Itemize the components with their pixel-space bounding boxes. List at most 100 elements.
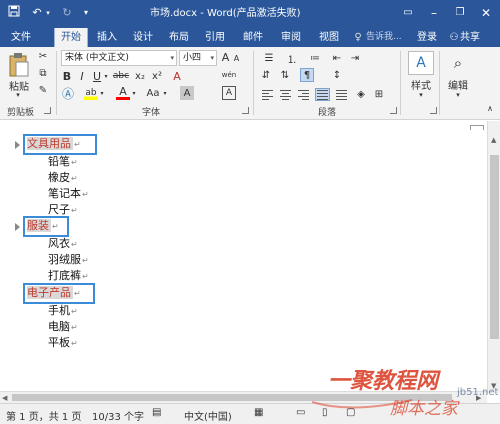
- tab-design[interactable]: 设计: [128, 28, 158, 47]
- tab-layout[interactable]: 布局: [164, 28, 194, 47]
- highlight-dropdown-icon[interactable]: ▾: [99, 88, 105, 98]
- borders-icon[interactable]: ⊞: [372, 87, 386, 101]
- styles-dropdown-icon[interactable]: ▾: [415, 91, 427, 99]
- phonetic-guide-button[interactable]: wén: [220, 68, 238, 82]
- print-layout-icon[interactable]: ▯: [322, 407, 328, 418]
- font-color-button[interactable]: A: [116, 85, 130, 100]
- styles-launcher-icon[interactable]: [430, 107, 437, 114]
- shading-icon[interactable]: ◈: [354, 87, 368, 101]
- customize-icon[interactable]: ▾: [80, 5, 92, 21]
- minimize-icon[interactable]: –: [420, 3, 448, 23]
- list-item[interactable]: 笔记本↵: [48, 187, 89, 202]
- scroll-down-icon[interactable]: ▼: [491, 381, 496, 391]
- scroll-up-icon[interactable]: ▲: [491, 135, 496, 145]
- tab-review[interactable]: 审阅: [276, 28, 306, 47]
- horizontal-scrollbar[interactable]: ◀ ▶: [0, 391, 487, 403]
- strikethrough-button[interactable]: abc: [112, 69, 130, 83]
- clipboard-launcher-icon[interactable]: [44, 107, 51, 114]
- maximize-icon[interactable]: ❐: [446, 3, 474, 23]
- clear-formatting-button[interactable]: A: [170, 69, 184, 83]
- character-border-button[interactable]: A: [222, 86, 236, 100]
- language-status[interactable]: 中文(中国): [184, 408, 232, 423]
- italic-button[interactable]: I: [76, 69, 88, 83]
- tab-mailings[interactable]: 邮件: [238, 28, 268, 47]
- redo-icon[interactable]: ↻: [58, 5, 76, 21]
- font-color-dropdown-icon[interactable]: ▾: [131, 88, 137, 98]
- list-item[interactable]: 风衣↵: [48, 237, 78, 252]
- heading-line[interactable]: 文具用品 ↵: [27, 137, 81, 152]
- tab-view[interactable]: 视图: [314, 28, 344, 47]
- cut-icon[interactable]: ✂: [36, 50, 50, 63]
- collapse-arrow-icon[interactable]: [15, 223, 20, 231]
- styles-icon[interactable]: A: [408, 51, 434, 75]
- list-item[interactable]: 橡皮↵: [48, 171, 78, 186]
- font-launcher-icon[interactable]: [242, 107, 249, 114]
- page-count[interactable]: 第 1 页，共 1 页: [6, 408, 81, 423]
- show-marks-icon[interactable]: ¶: [300, 68, 314, 82]
- heading-line[interactable]: 服装 ↵: [27, 219, 59, 234]
- distributed-icon[interactable]: [335, 89, 348, 100]
- align-left-icon[interactable]: [261, 89, 274, 100]
- proofing-icon[interactable]: ▤: [152, 407, 161, 418]
- save-icon[interactable]: [6, 5, 22, 21]
- increase-indent-icon[interactable]: ⇥: [348, 51, 362, 65]
- format-painter-icon[interactable]: ✎: [36, 84, 50, 97]
- tab-file[interactable]: 文件: [4, 28, 38, 47]
- highlight-color-button[interactable]: ab: [84, 86, 98, 100]
- multilevel-list-icon[interactable]: ≔: [305, 51, 325, 65]
- align-right-icon[interactable]: [297, 89, 310, 100]
- tab-insert[interactable]: 插入: [92, 28, 122, 47]
- copy-icon[interactable]: ⧉: [36, 67, 50, 80]
- tab-home[interactable]: 开始: [54, 28, 88, 47]
- list-item[interactable]: 手机↵: [48, 304, 78, 319]
- underline-dropdown-icon[interactable]: ▾: [103, 71, 109, 81]
- list-item[interactable]: 铅笔↵: [48, 155, 78, 170]
- share-button[interactable]: 共享: [460, 28, 490, 47]
- numbering-icon[interactable]: ⒈: [282, 51, 302, 66]
- font-size-select[interactable]: 小四 ▾: [179, 50, 217, 66]
- chinese-layout-icon[interactable]: ⇵: [259, 68, 273, 82]
- bold-button[interactable]: B: [61, 69, 73, 83]
- tell-me-box[interactable]: 告诉我...: [366, 28, 412, 47]
- list-item[interactable]: 羽绒服↵: [48, 253, 89, 268]
- heading-line[interactable]: 电子产品 ↵: [27, 286, 81, 301]
- editing-dropdown-icon[interactable]: ▾: [452, 91, 464, 99]
- font-name-select[interactable]: 宋体 (中文正文) ▾: [61, 50, 177, 66]
- list-item[interactable]: 打底裤↵: [48, 269, 89, 284]
- collapse-ribbon-icon[interactable]: ∧: [484, 103, 496, 113]
- horizontal-scroll-thumb[interactable]: [12, 394, 452, 401]
- list-item[interactable]: 平板↵: [48, 336, 78, 351]
- align-center-icon[interactable]: [279, 89, 292, 100]
- justify-icon[interactable]: [315, 88, 330, 101]
- read-mode-icon[interactable]: ▭: [296, 407, 305, 418]
- vertical-scrollbar[interactable]: ▲ ▼: [487, 121, 500, 393]
- list-item[interactable]: 电脑↵: [48, 320, 78, 335]
- paste-dropdown-icon[interactable]: ▾: [12, 91, 24, 99]
- styles-button[interactable]: 样式: [404, 77, 438, 92]
- subscript-button[interactable]: x₂: [133, 69, 147, 83]
- shrink-font-button[interactable]: A: [232, 53, 241, 64]
- ruler-marker[interactable]: [470, 125, 484, 130]
- line-spacing-icon[interactable]: ↕: [330, 68, 344, 82]
- paste-button[interactable]: 粘贴: [6, 79, 32, 93]
- collapse-arrow-icon[interactable]: [15, 141, 20, 149]
- word-count[interactable]: 10/33 个字: [92, 408, 144, 423]
- document-canvas[interactable]: 文具用品 ↵ 铅笔↵ 橡皮↵ 笔记本↵ 尺子↵ 服装 ↵ 风衣↵ 羽绒服↵ 打底裤↵…: [0, 131, 487, 391]
- close-icon[interactable]: ✕: [472, 3, 500, 23]
- ribbon-display-options-icon[interactable]: ▭: [394, 3, 422, 23]
- change-case-dropdown-icon[interactable]: ▾: [162, 88, 168, 98]
- character-shading-icon[interactable]: A: [180, 86, 194, 100]
- underline-button[interactable]: U: [91, 69, 103, 83]
- find-icon[interactable]: ⌕: [446, 51, 470, 75]
- paragraph-launcher-icon[interactable]: [390, 107, 397, 114]
- change-case-button[interactable]: Aa: [144, 86, 162, 100]
- undo-dropdown-icon[interactable]: ▾: [44, 5, 52, 21]
- grow-font-button[interactable]: A: [220, 51, 231, 64]
- paste-icon[interactable]: [6, 51, 32, 79]
- tab-references[interactable]: 引用: [200, 28, 230, 47]
- decrease-indent-icon[interactable]: ⇤: [330, 51, 344, 65]
- scroll-right-icon[interactable]: ▶: [476, 393, 481, 403]
- superscript-button[interactable]: x²: [150, 69, 164, 83]
- sign-in-link[interactable]: 登录: [414, 28, 440, 47]
- vertical-scroll-thumb[interactable]: [490, 155, 499, 339]
